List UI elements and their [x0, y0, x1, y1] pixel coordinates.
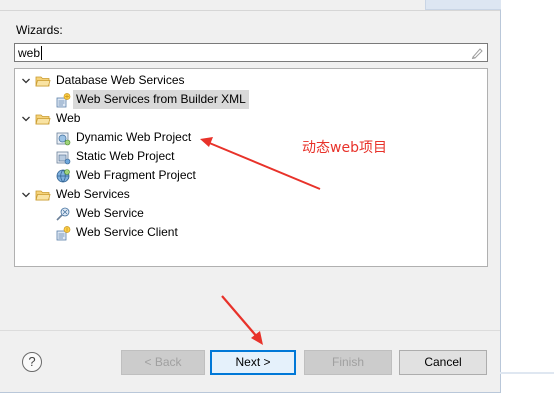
wizard-filter-input[interactable]: web [14, 43, 488, 62]
help-button[interactable]: ? [22, 352, 42, 372]
web-service-icon [56, 207, 70, 221]
tree-item-label: Web Service [76, 206, 144, 220]
bottom-separator [0, 330, 500, 331]
web-fragment-project-icon [56, 169, 70, 183]
top-separator [0, 10, 500, 11]
cancel-button[interactable]: Cancel [399, 350, 487, 375]
text-caret [41, 46, 42, 60]
new-wizard-dialog: Wizards: web Database Web Services Web S… [0, 0, 501, 393]
folder-icon [35, 76, 51, 87]
finish-button[interactable]: Finish [304, 350, 392, 375]
web-services-builder-icon [56, 93, 71, 108]
chevron-down-icon[interactable] [21, 76, 31, 86]
tree-item-label: Web Service Client [76, 225, 178, 239]
tree-item-label: Static Web Project [76, 149, 175, 163]
wizards-label: Wizards: [16, 23, 63, 37]
next-button[interactable]: Next > [210, 350, 296, 375]
folder-icon [35, 190, 51, 201]
chevron-down-icon[interactable] [21, 114, 31, 124]
clear-filter-icon[interactable] [470, 46, 484, 60]
tree-item-label: Web Services from Builder XML [73, 90, 249, 109]
tree-item-label: Web [56, 111, 81, 125]
web-service-client-icon [56, 226, 71, 241]
tree-item-label: Web Fragment Project [76, 168, 196, 182]
wizard-tree[interactable]: Database Web Services Web Services from … [14, 68, 488, 267]
tree-item-label: Database Web Services [56, 73, 185, 87]
static-web-project-icon [56, 151, 71, 165]
tree-item-label: Web Services [56, 187, 130, 201]
chevron-down-icon[interactable] [21, 190, 31, 200]
folder-icon [35, 114, 51, 125]
back-button[interactable]: < Back [121, 350, 205, 375]
filter-text: web [18, 46, 41, 60]
background-edge [500, 372, 554, 374]
tree-item-label: Dynamic Web Project [76, 130, 192, 144]
dynamic-web-project-icon [56, 132, 71, 146]
dialog-top-strip-right [425, 0, 501, 10]
annotation-label: 动态web项目 [302, 140, 387, 156]
